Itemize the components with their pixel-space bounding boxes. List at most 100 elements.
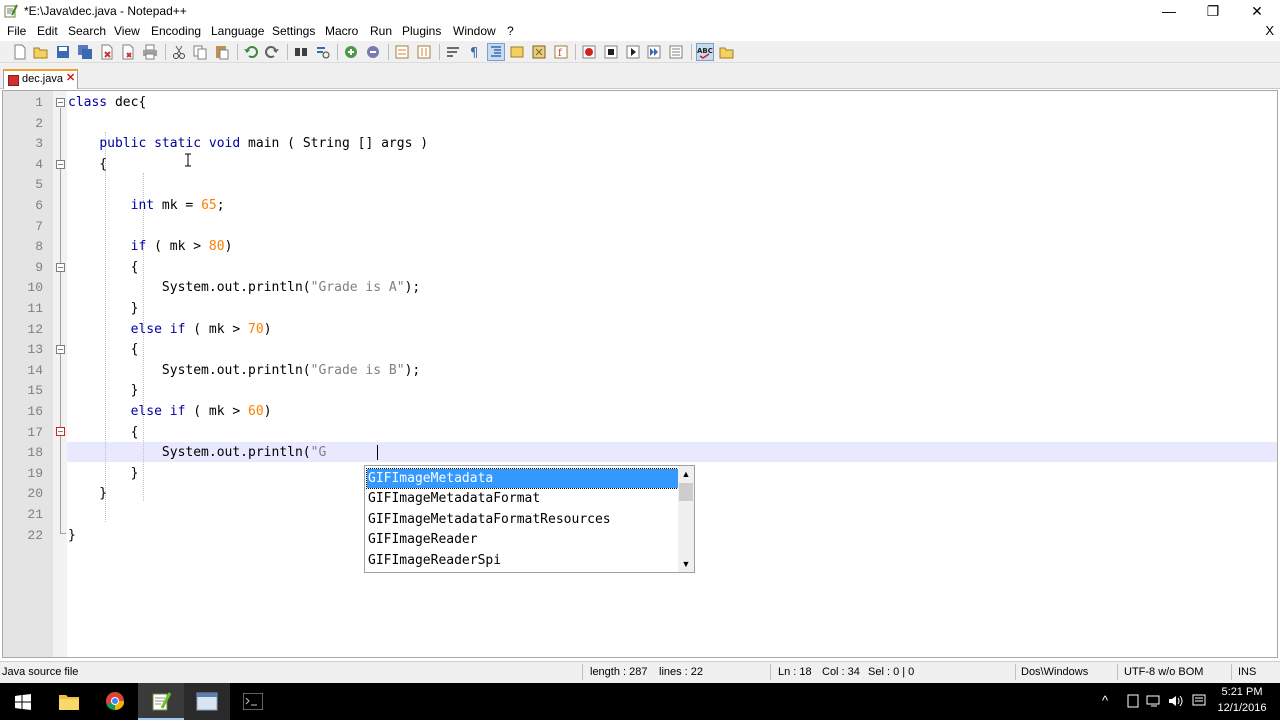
code-line[interactable]: } [68, 528, 76, 543]
autocomplete-item[interactable]: GIFImageMetadata [366, 468, 679, 489]
replace-icon[interactable] [315, 44, 331, 60]
start-button[interactable] [0, 683, 46, 720]
volume-icon[interactable] [1168, 694, 1184, 708]
autocomplete-scrollbar[interactable]: ▲ ▼ [678, 466, 694, 572]
close-window-button[interactable]: ✕ [1234, 0, 1280, 22]
indent-guide-icon[interactable] [487, 43, 505, 61]
menu-edit[interactable]: Edit [37, 24, 58, 38]
tablet-icon[interactable] [1126, 694, 1140, 708]
restore-button[interactable]: ❐ [1190, 0, 1236, 22]
chevron-up-icon[interactable]: ^ [1102, 693, 1108, 708]
menu-settings[interactable]: Settings [272, 24, 315, 38]
close-icon[interactable] [99, 44, 115, 60]
action-center-icon[interactable] [1192, 694, 1206, 708]
code-line[interactable]: System.out.println("Grade is A"); [68, 280, 420, 295]
save-macro-icon[interactable] [668, 44, 684, 60]
code-token: } [68, 486, 108, 501]
autocomplete-item[interactable]: GIFImageMetadataFormatResources [367, 510, 678, 529]
code-line[interactable]: } [68, 383, 139, 398]
fold-toggle-icon[interactable] [56, 160, 65, 169]
fold-toggle-icon[interactable] [56, 98, 65, 107]
autocomplete-popup[interactable]: GIFImageMetadata GIFImageMetadataFormat … [364, 465, 695, 573]
open-file-icon[interactable] [33, 44, 49, 60]
code-line[interactable]: if ( mk > 80) [68, 239, 233, 254]
code-line[interactable]: class dec{ [68, 95, 146, 110]
folder-as-workspace-icon[interactable] [719, 44, 735, 60]
code-line[interactable]: { [68, 425, 139, 440]
undo-icon[interactable] [243, 44, 259, 60]
scroll-thumb[interactable] [679, 483, 693, 501]
cut-icon[interactable] [171, 44, 187, 60]
record-macro-icon[interactable] [581, 44, 597, 60]
menu-plugins[interactable]: Plugins [402, 24, 441, 38]
language-udl-icon[interactable] [509, 44, 525, 60]
menu-run[interactable]: Run [370, 24, 392, 38]
autocomplete-item[interactable]: GIFImageReader [367, 530, 678, 549]
zoom-out-icon[interactable] [365, 44, 381, 60]
toolbar-separator [388, 44, 389, 60]
doc-map-icon[interactable] [531, 44, 547, 60]
menu-file[interactable]: File [7, 24, 26, 38]
code-line[interactable]: else if ( mk > 60) [68, 404, 272, 419]
find-icon[interactable] [293, 44, 309, 60]
scroll-down-icon[interactable]: ▼ [678, 556, 694, 572]
play-macro-icon[interactable] [625, 44, 641, 60]
function-list-icon[interactable]: f [553, 44, 569, 60]
show-all-chars-icon[interactable]: ¶ [466, 44, 482, 60]
clock-date[interactable]: 12/1/2016 [1214, 702, 1270, 714]
autocomplete-item[interactable]: GIFImageReaderSpi [367, 551, 678, 570]
save-icon[interactable] [55, 44, 71, 60]
save-all-icon[interactable] [77, 44, 93, 60]
tab-dec-java[interactable]: dec.java ✕ [3, 69, 78, 89]
code-line[interactable]: } [68, 301, 139, 316]
close-document-button[interactable]: X [1265, 23, 1274, 38]
fold-toggle-icon[interactable] [56, 427, 65, 436]
fold-toggle-icon[interactable] [56, 345, 65, 354]
menu-window[interactable]: Window [453, 24, 496, 38]
run-macro-multiple-icon[interactable] [646, 44, 662, 60]
code-line[interactable]: else if ( mk > 70) [68, 322, 272, 337]
tab-close-icon[interactable]: ✕ [66, 73, 77, 84]
sync-horizontal-icon[interactable] [416, 44, 432, 60]
code-line[interactable]: System.out.println("G [68, 445, 326, 460]
word-wrap-icon[interactable] [445, 44, 461, 60]
spell-check-icon[interactable]: ABC [696, 43, 714, 61]
paste-icon[interactable] [214, 44, 230, 60]
autocomplete-item[interactable]: GIFImageMetadataFormat [367, 489, 678, 508]
code-token: { [68, 342, 139, 357]
menu-view[interactable]: View [114, 24, 140, 38]
chrome-button[interactable] [92, 683, 138, 720]
code-line[interactable]: } [68, 466, 139, 481]
command-prompt-button[interactable] [230, 683, 276, 720]
zoom-in-icon[interactable] [343, 44, 359, 60]
fold-toggle-icon[interactable] [56, 263, 65, 272]
code-line[interactable]: System.out.println("Grade is B"); [68, 363, 420, 378]
code-line[interactable]: { [68, 342, 139, 357]
menu-encoding[interactable]: Encoding [151, 24, 201, 38]
copy-icon[interactable] [192, 44, 208, 60]
menu-search[interactable]: Search [68, 24, 106, 38]
code-token: public [99, 136, 147, 151]
code-line[interactable]: { [68, 157, 107, 172]
scroll-up-icon[interactable]: ▲ [678, 466, 694, 482]
clock-time[interactable]: 5:21 PM [1216, 686, 1268, 698]
redo-icon[interactable] [264, 44, 280, 60]
file-explorer-button[interactable] [46, 683, 92, 720]
window-app-button[interactable] [184, 683, 230, 720]
code-line[interactable]: public static void main ( String [] args… [68, 136, 428, 151]
close-all-icon[interactable] [120, 44, 136, 60]
code-line[interactable]: { [68, 260, 139, 275]
print-icon[interactable] [142, 44, 158, 60]
code-line[interactable]: int mk = 65; [68, 198, 225, 213]
new-file-icon[interactable] [12, 44, 28, 60]
sync-vertical-icon[interactable] [394, 44, 410, 60]
stop-macro-icon[interactable] [603, 44, 619, 60]
notepadpp-taskbar-button[interactable] [138, 683, 184, 720]
code-line[interactable]: } [68, 486, 107, 501]
menu-language[interactable]: Language [211, 24, 264, 38]
minimize-button[interactable]: — [1146, 0, 1192, 22]
network-icon[interactable] [1146, 694, 1162, 708]
menu-help[interactable]: ? [507, 24, 514, 38]
menu-macro[interactable]: Macro [325, 24, 358, 38]
